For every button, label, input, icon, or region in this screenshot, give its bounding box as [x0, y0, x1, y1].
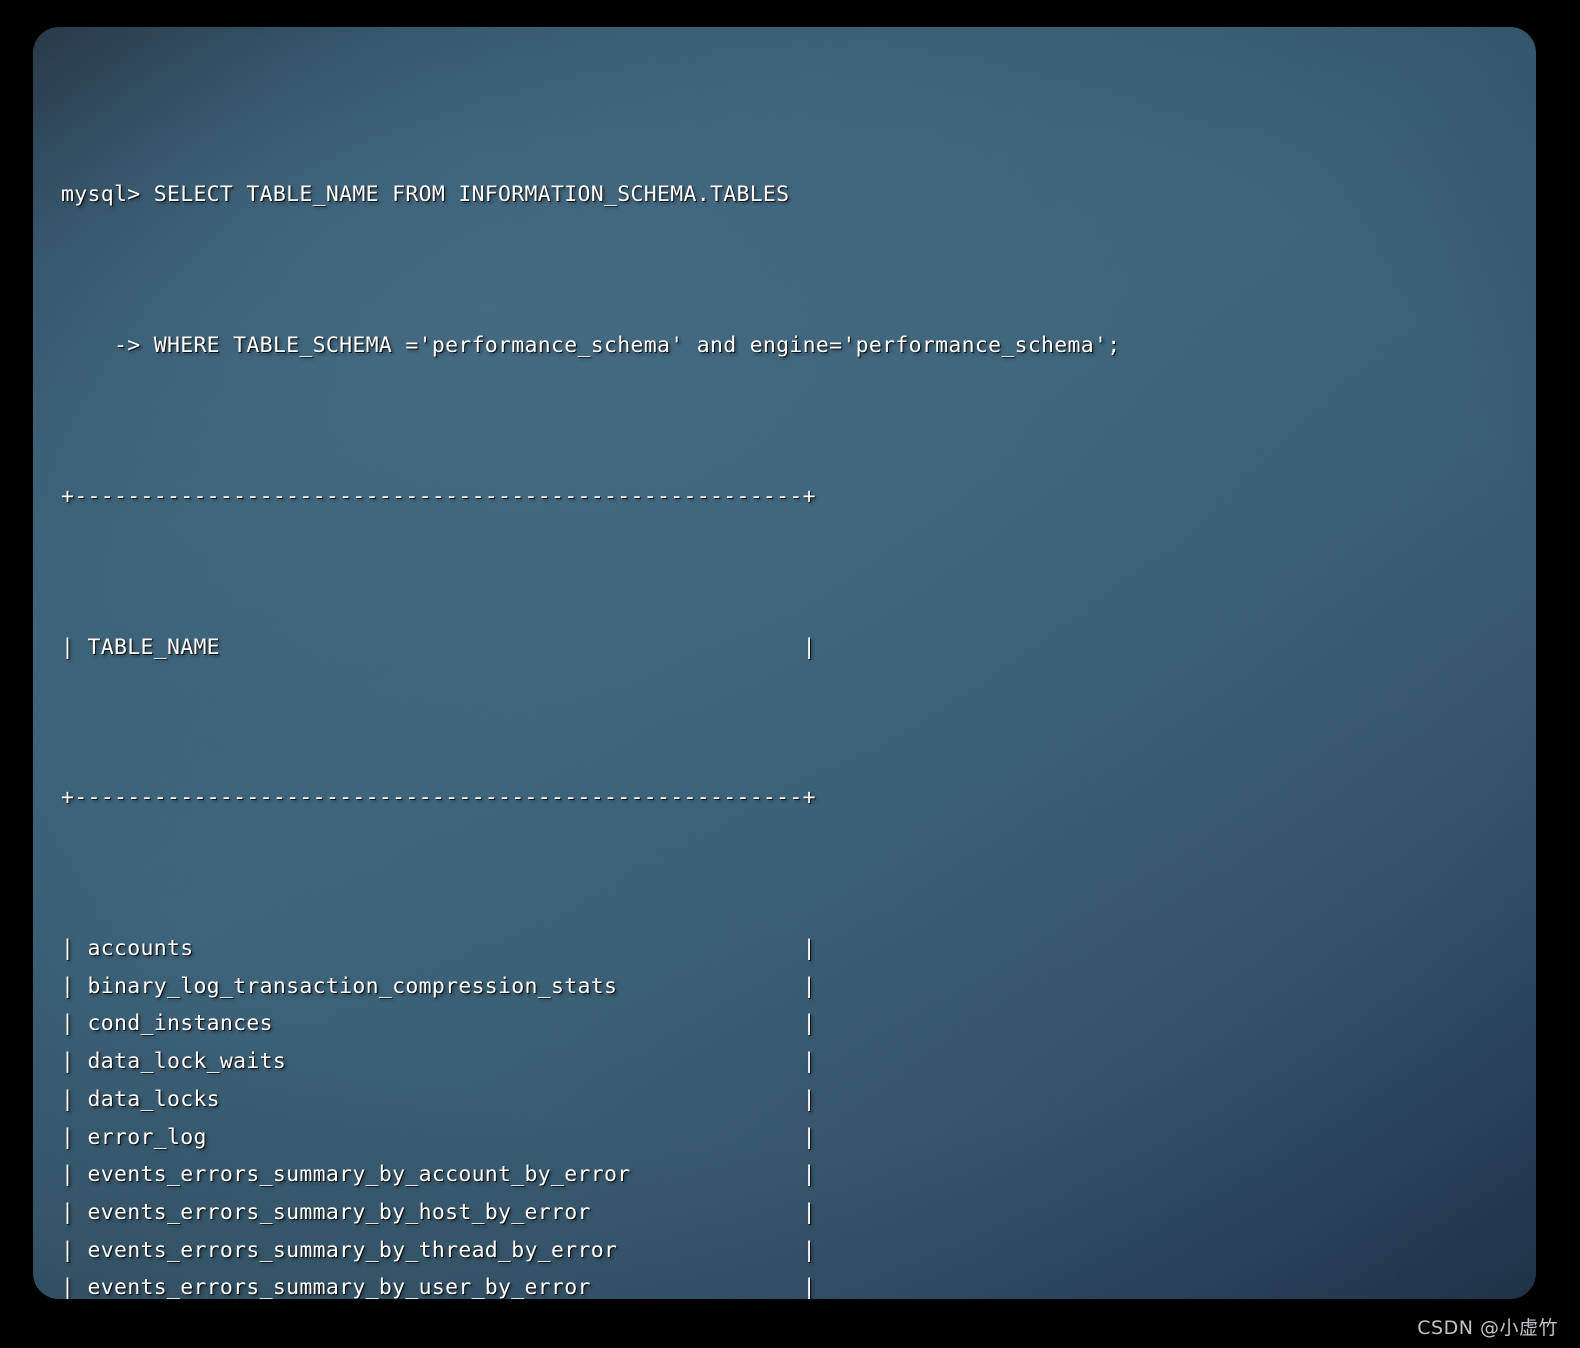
table-row: | data_lock_waits |	[61, 1049, 816, 1075]
terminal-window[interactable]: mysql> SELECT TABLE_NAME FROM INFORMATIO…	[33, 27, 1536, 1299]
table-row: | error_log |	[61, 1124, 816, 1150]
table-row: | cond_instances |	[61, 1011, 816, 1037]
table-header-row: | TABLE_NAME |	[61, 634, 816, 660]
table-body: | accounts | | binary_log_transaction_com…	[61, 930, 1536, 1299]
csdn-watermark: CSDN @小虚竹	[1417, 1317, 1558, 1339]
table-row: | data_locks |	[61, 1086, 816, 1112]
table-separator-middle: +---------------------------------------…	[61, 785, 816, 811]
screenshot-root: mysql> SELECT TABLE_NAME FROM INFORMATIO…	[0, 0, 1580, 1348]
table-row: | events_errors_summary_by_user_by_error…	[61, 1275, 816, 1299]
table-row: | events_errors_summary_by_thread_by_err…	[61, 1237, 816, 1263]
sql-command-line-2: -> WHERE TABLE_SCHEMA ='performance_sche…	[61, 332, 1121, 358]
sql-command-line-1: mysql> SELECT TABLE_NAME FROM INFORMATIO…	[61, 182, 790, 208]
terminal-output[interactable]: mysql> SELECT TABLE_NAME FROM INFORMATIO…	[33, 27, 1536, 1299]
table-separator-top: +---------------------------------------…	[61, 483, 816, 509]
table-row: | events_errors_summary_by_account_by_er…	[61, 1162, 816, 1188]
table-row: | binary_log_transaction_compression_sta…	[61, 973, 816, 999]
table-row: | accounts |	[61, 936, 816, 962]
table-row: | events_errors_summary_by_host_by_error…	[61, 1199, 816, 1225]
